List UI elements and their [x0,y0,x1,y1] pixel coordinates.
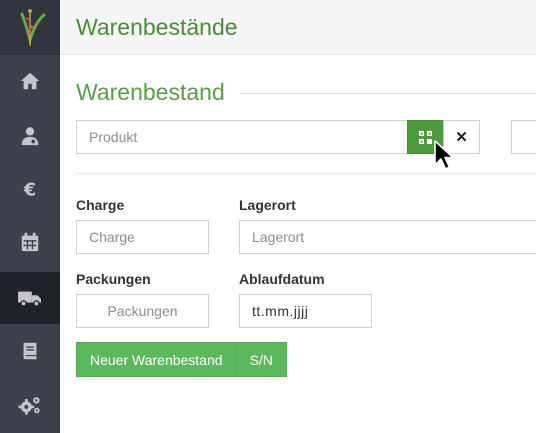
sidebar-item-settings[interactable] [0,379,60,431]
svg-text:€: € [23,180,36,200]
supplier-input[interactable] [511,120,536,154]
grid-icon [419,130,432,144]
charge-label: Charge [76,197,125,213]
logo-icon [20,9,46,46]
user-doctor-icon [21,127,39,146]
ablaufdatum-label: Ablaufdatum [239,271,325,287]
sidebar-item-home[interactable] [0,55,60,107]
form-divider [76,173,536,174]
lagerort-input[interactable] [239,220,536,254]
gears-icon [18,397,40,415]
home-icon [20,72,40,90]
calendar-icon [21,232,39,252]
sidebar: € [0,0,60,433]
packungen-label: Packungen [76,271,151,287]
charge-input[interactable] [76,220,209,254]
close-icon: ✕ [455,129,468,146]
sidebar-item-documents[interactable] [0,325,60,377]
new-stock-button[interactable]: Neuer Warenbestand [77,343,237,376]
sidebar-item-inventory[interactable] [0,272,60,324]
book-icon [23,342,37,360]
lagerort-label: Lagerort [239,197,296,213]
product-input[interactable] [76,120,408,154]
page-title: Warenbestände [76,14,238,40]
mouse-cursor-icon [434,140,454,170]
sidebar-item-patients[interactable] [0,110,60,162]
header-bar: Warenbestände [60,0,536,55]
ablaufdatum-input[interactable] [239,294,372,328]
truck-icon [18,291,41,307]
euro-icon: € [23,180,36,200]
serial-number-button[interactable]: S/N [237,343,286,376]
packungen-input[interactable] [76,294,209,328]
section-title: Warenbestand [76,79,225,105]
logo[interactable] [0,0,60,55]
new-stock-button-group: Neuer Warenbestand S/N [76,342,287,377]
sidebar-item-calendar[interactable] [0,216,60,268]
sidebar-item-billing[interactable]: € [0,163,60,215]
title-divider [240,93,536,94]
